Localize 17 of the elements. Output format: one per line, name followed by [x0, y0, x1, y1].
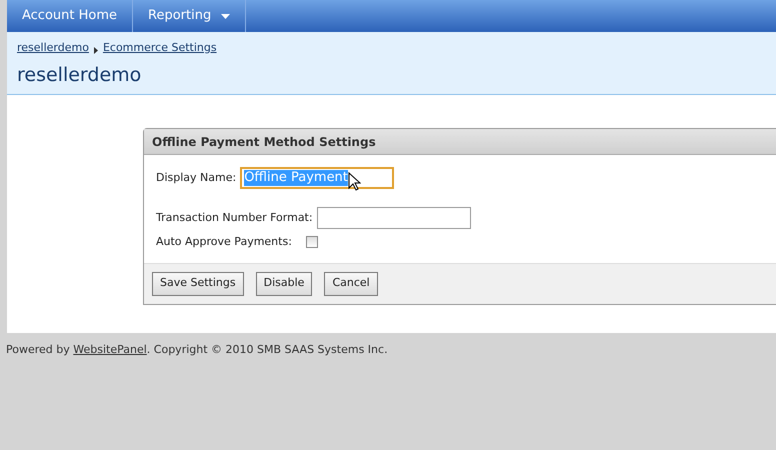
- checkbox[interactable]: [306, 236, 318, 248]
- text-field[interactable]: [316, 207, 471, 229]
- panel-title: Offline Payment Method Settings: [144, 129, 776, 155]
- field-label: Transaction Number Format:: [156, 210, 313, 226]
- pointer-icon: [348, 172, 362, 191]
- page-title: resellerdemo: [17, 62, 142, 88]
- footer-link[interactable]: WebsitePanel: [73, 343, 147, 356]
- breadcrumb-link[interactable]: Ecommerce Settings: [102, 40, 217, 56]
- arrow-icon: [94, 46, 98, 54]
- field-label: Auto Approve Payments:: [156, 234, 293, 250]
- caret-icon: [221, 14, 230, 18]
- form-button[interactable]: Save Settings: [152, 272, 244, 296]
- form-button[interactable]: Disable: [256, 272, 312, 296]
- breadcrumb-link[interactable]: resellerdemo: [17, 40, 89, 56]
- field-label: Display Name:: [156, 170, 236, 186]
- footer-text: Powered by WebsitePanel. Copyright © 2010 SMB SAAS Systems Inc.: [5, 342, 389, 358]
- form-button[interactable]: Cancel: [324, 272, 378, 296]
